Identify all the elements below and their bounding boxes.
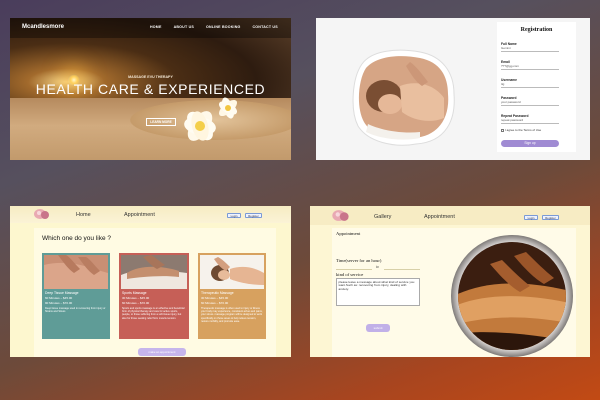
learn-more-button[interactable]: LEARN MORE [146,118,176,126]
hero-screenshot: Mcandlesmore HOME ABOUT US ONLINE BOOKIN… [10,18,291,160]
card-price-2: 60 Minutes – $70.00 [201,301,229,305]
appointment-screenshot: Gallery Appointment Login Register Appoi… [310,206,590,357]
username-input[interactable]: ttg [501,82,559,88]
card-description: Deep tissue massage used in recovering f… [45,307,106,314]
card-price-2: 90 Minutes – $70.00 [45,301,73,305]
registration-screenshot: Registration Full Name Gemini Email ???@… [316,18,590,160]
card-title: Therapeutic Massage [201,291,234,295]
nav-about[interactable]: ABOUT US [174,25,194,29]
massage-circle-photo [451,235,573,357]
appointment-form: Appointment Time(server for an hour) to … [332,228,576,357]
card-description: Therapeutic massage is often used to inj… [201,307,263,323]
top-nav: Mcandlesmore HOME ABOUT US ONLINE BOOKIN… [10,18,291,38]
login-button[interactable]: Login [227,213,241,218]
brand-logo-text[interactable]: Mcandlesmore [22,24,64,30]
nav-appointment[interactable]: Appointment [424,214,455,220]
service-kind-label: kind of service [336,272,364,277]
repeat-password-input[interactable]: repeat password [501,118,559,124]
time-end-input[interactable] [384,266,420,270]
top-nav: Home Appointment Login Register [10,206,291,223]
signup-button[interactable]: Sign up [501,140,559,147]
card-price-2: 60 Minutes – $70.00 [122,301,150,305]
register-button[interactable]: Register [245,213,262,218]
time-start-input[interactable] [336,266,372,270]
nav-contact[interactable]: CONTACT US [253,25,278,29]
nav-gallery[interactable]: Gallery [374,214,391,220]
password-input[interactable]: your password [501,100,559,106]
nav-links: HOME ABOUT US ONLINE BOOKING CONTACT US [150,25,278,29]
therapeutic-massage-image [200,255,264,289]
card-price-1: 60 Minutes – $45.00 [45,296,73,300]
card-price-1: 30 Minutes – $45.00 [201,296,229,300]
nav-home[interactable]: HOME [150,25,162,29]
service-card-therapeutic[interactable]: Therapeutic Massage 30 Minutes – $45.00 … [198,253,266,339]
deep-tissue-image [44,255,108,289]
card-description: Sports and sports massage is an effectiv… [122,307,185,320]
spa-logo-icon[interactable] [34,208,50,220]
hero-headline: HEALTH CARE & EXPERIENCED [35,81,266,97]
login-button[interactable]: Login [524,215,538,220]
nav-online-booking[interactable]: ONLINE BOOKING [206,25,241,29]
services-content: Which one do you like ? Deep Tissue Mass… [34,228,276,357]
checkbox[interactable] [501,128,504,132]
form-title: Registration [520,27,553,33]
terms-checkbox-row[interactable]: I agree to the Terms of Use [501,128,541,132]
make-appointment-button[interactable]: make an appointment [138,348,186,356]
service-message-textarea[interactable]: please leave a message about what kind o… [336,278,420,306]
appointment-heading: Appointment [336,231,361,236]
nav-home[interactable]: Home [76,212,91,218]
top-nav: Gallery Appointment Login Register [310,206,590,225]
spa-logo-icon[interactable] [332,209,350,222]
terms-label: I agree to the Terms of Use [505,128,542,132]
services-question: Which one do you like ? [42,235,112,242]
time-label: Time(server for an hour) [336,258,382,263]
service-card-sports[interactable]: Sports Massage 30 Minutes – $45.00 60 Mi… [119,253,189,339]
massage-photo [352,49,455,146]
services-screenshot: Home Appointment Login Register Which on… [10,206,291,357]
card-title: Sports Massage [122,291,147,295]
register-button[interactable]: Register [542,215,559,220]
registration-form: Registration Full Name Gemini Email ???@… [497,22,576,152]
fullname-input[interactable]: Gemini [501,46,559,52]
card-title: Deep Tissue Massage [45,291,79,295]
time-to-label: to [376,265,379,269]
service-card-deep-tissue[interactable]: Deep Tissue Massage 60 Minutes – $45.00 … [42,253,110,339]
hero-eyebrow: MASSAGE EVU THERAPY [128,75,173,79]
email-input[interactable]: ???@gg.com [501,64,559,70]
submit-button[interactable]: submit [366,324,390,332]
sports-massage-image [121,255,187,289]
nav-appointment[interactable]: Appointment [124,212,155,218]
frangipani-image [184,97,238,141]
card-price-1: 30 Minutes – $45.00 [122,296,150,300]
